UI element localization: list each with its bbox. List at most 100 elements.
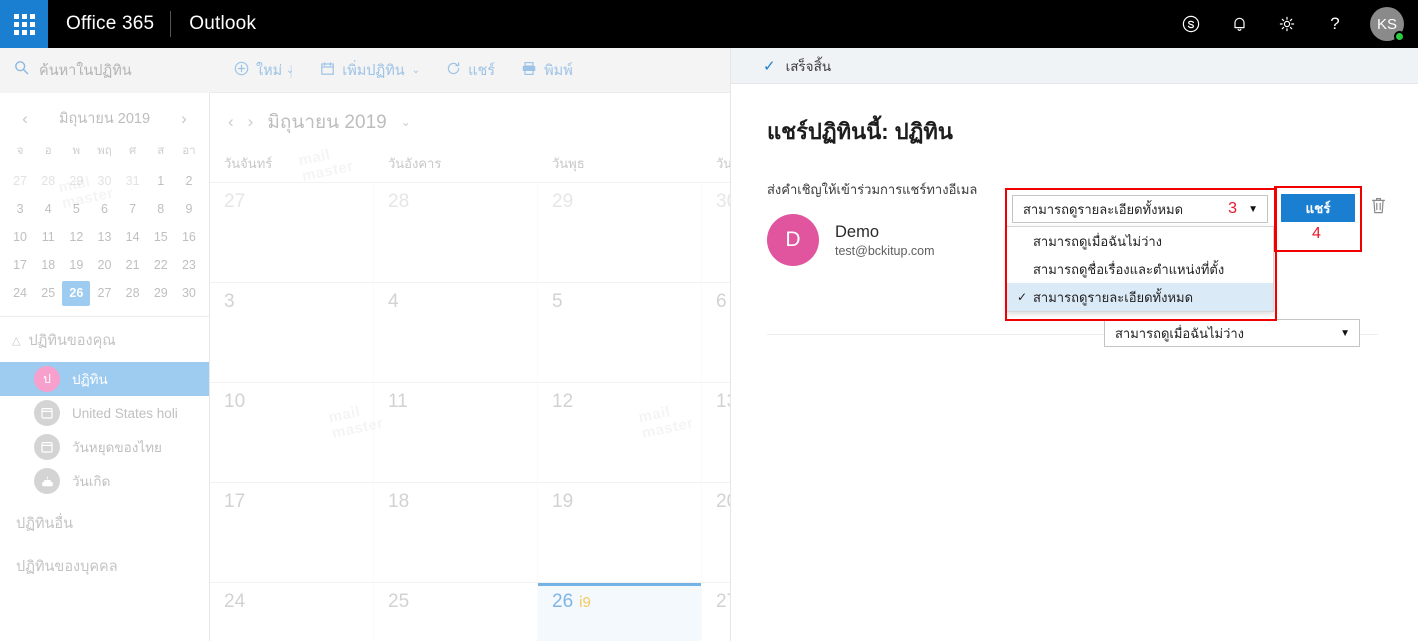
suite-header: Office 365 Outlook ? KS — [0, 0, 1418, 48]
mini-calendar-day[interactable]: 29 — [147, 281, 175, 306]
mini-calendar-day[interactable]: 12 — [62, 225, 90, 250]
mini-calendar-dow: อา — [182, 145, 196, 157]
mini-calendar-day[interactable]: 6 — [90, 197, 118, 222]
share-submit-button[interactable]: แชร์ — [1281, 194, 1355, 222]
mini-calendar-title[interactable]: มิถุนายน 2019 — [59, 107, 150, 130]
calendar-day-cell[interactable]: 28 — [374, 183, 538, 282]
trash-icon[interactable] — [1370, 196, 1387, 220]
mini-calendar-day[interactable]: 10 — [6, 225, 34, 250]
mini-calendar-day[interactable]: 16 — [175, 225, 203, 250]
chevron-down-icon[interactable]: ⌄ — [286, 65, 294, 76]
mini-calendar-day[interactable]: 8 — [147, 197, 175, 222]
bell-icon[interactable] — [1226, 11, 1252, 37]
app-launcher-icon[interactable] — [0, 0, 48, 48]
mini-calendar-day[interactable]: 30 — [90, 169, 118, 194]
mini-calendar-day[interactable]: 23 — [175, 253, 203, 278]
mini-calendar-day[interactable]: 20 — [90, 253, 118, 278]
mini-calendar-day[interactable]: 3 — [6, 197, 34, 222]
calendar-day-cell[interactable]: 10 — [210, 383, 374, 482]
chevron-down-icon[interactable]: ⌄ — [401, 115, 411, 129]
calendar-day-cell[interactable]: 5 — [538, 283, 702, 382]
sidebar-item-calendar-3[interactable]: วันเกิด — [0, 464, 209, 498]
mini-calendar-day[interactable]: 13 — [90, 225, 118, 250]
sidebar-item-calendar-0[interactable]: ป ปฏิทิน — [0, 362, 209, 396]
skype-icon[interactable] — [1178, 11, 1204, 37]
permission-option-0[interactable]: สามารถดูเมื่อฉันไม่ว่าง — [1007, 227, 1273, 255]
mini-calendar-day[interactable]: 28 — [119, 281, 147, 306]
sidebar-item-other-calendars[interactable]: ปฏิทินอื่น — [0, 498, 209, 541]
calendar-day-cell[interactable]: 19 — [538, 483, 702, 582]
calendar-day-cell[interactable]: 27 — [702, 583, 730, 641]
mini-calendar-day[interactable]: 11 — [34, 225, 62, 250]
org-permission-select[interactable]: สามารถดูเมื่อฉันไม่ว่าง ▼ — [1104, 319, 1360, 347]
mini-calendar-dow: จ — [16, 145, 24, 157]
mini-calendar-day[interactable]: 21 — [119, 253, 147, 278]
new-event-button[interactable]: ใหม่ | ⌄ — [234, 59, 294, 82]
mini-prev-month-icon[interactable]: ‹ — [16, 109, 34, 129]
add-calendar-button[interactable]: เพิ่มปฏิทิน ⌄ — [320, 59, 420, 82]
calendar-day-cell[interactable]: 18 — [374, 483, 538, 582]
app-name[interactable]: Outlook — [171, 13, 256, 35]
mini-calendar-day[interactable]: 15 — [147, 225, 175, 250]
chevron-up-icon[interactable]: △ — [12, 334, 20, 347]
mini-calendar-day[interactable]: 4 — [34, 197, 62, 222]
sidebar-item-calendar-2[interactable]: วันหยุดของไทย — [0, 430, 209, 464]
mini-calendar-day[interactable]: 18 — [34, 253, 62, 278]
calendar-day-cell[interactable]: 26 ἱ9 — [538, 583, 702, 641]
sidebar-item-calendar-1[interactable]: United States holi — [0, 396, 209, 430]
calendar-day-cell[interactable]: 11 — [374, 383, 538, 482]
mini-calendar-day[interactable]: 2 — [175, 169, 203, 194]
search-input[interactable]: ค้นหาในปฏิทิน — [0, 47, 210, 93]
mini-calendar-day[interactable]: 14 — [119, 225, 147, 250]
mini-next-month-icon[interactable]: › — [175, 109, 193, 129]
calendar-day-cell[interactable]: 20 — [702, 483, 730, 582]
gear-icon[interactable] — [1274, 11, 1300, 37]
help-icon[interactable]: ? — [1322, 11, 1348, 37]
calendar-day-cell[interactable]: 13 — [702, 383, 730, 482]
calendar-day-cell[interactable]: 27 — [210, 183, 374, 282]
calendar-month-label[interactable]: มิถุนายน 2019 — [267, 107, 386, 137]
calendar-next-icon[interactable]: › — [248, 112, 254, 132]
calendar-day-cell[interactable]: 17 — [210, 483, 374, 582]
calendar-day-cell[interactable]: 29 — [538, 183, 702, 282]
calendar-week-row: 27 28 29 30 — [210, 183, 730, 283]
avatar-initials: KS — [1376, 15, 1397, 33]
calendar-day-cell[interactable]: 12 — [538, 383, 702, 482]
mini-calendar-day[interactable]: 5 — [62, 197, 90, 222]
chevron-down-icon[interactable]: ⌄ — [412, 65, 420, 76]
mini-calendar-day[interactable]: 1 — [147, 169, 175, 194]
calendar-day-cell[interactable]: 25 — [374, 583, 538, 641]
permission-option-1[interactable]: สามารถดูชื่อเรื่องและตำแหน่งที่ตั้ง — [1007, 255, 1273, 283]
calendar-prev-icon[interactable]: ‹ — [228, 112, 234, 132]
mini-calendar-day[interactable]: 7 — [119, 197, 147, 222]
mini-calendar-day[interactable]: 17 — [6, 253, 34, 278]
mini-calendar-day[interactable]: 26 — [62, 281, 91, 306]
mini-calendar-day[interactable]: 24 — [6, 281, 34, 306]
permission-option-2[interactable]: ✓ สามารถดูรายละเอียดทั้งหมด — [1007, 283, 1273, 311]
calendar-day-cell[interactable]: 30 — [702, 183, 730, 282]
print-button[interactable]: พิมพ์ — [521, 59, 573, 82]
mini-calendar-day[interactable]: 31 — [119, 169, 147, 194]
mini-calendar-day[interactable]: 22 — [147, 253, 175, 278]
sidebar-group-your-calendars[interactable]: △ ปฏิทินของคุณ — [0, 317, 209, 362]
mini-calendar-day[interactable]: 30 — [175, 281, 203, 306]
mini-calendar-day[interactable]: 25 — [34, 281, 62, 306]
calendar-day-cell[interactable]: 3 — [210, 283, 374, 382]
suite-name[interactable]: Office 365 — [48, 13, 170, 35]
share-button-toolbar[interactable]: แชร์ — [446, 59, 495, 82]
calendar-day-cell[interactable]: 6 — [702, 283, 730, 382]
done-button[interactable]: เสร็จสิ้น — [786, 55, 831, 77]
calendar-icon — [34, 400, 60, 426]
mini-calendar-day[interactable]: 27 — [6, 169, 34, 194]
mini-calendar-day[interactable]: 27 — [90, 281, 118, 306]
mini-calendar-day[interactable]: 19 — [62, 253, 90, 278]
calendar-day-cell[interactable]: 4 — [374, 283, 538, 382]
mini-calendar-day[interactable]: 29 — [62, 169, 90, 194]
sidebar-item-people-calendars[interactable]: ปฏิทินของบุคคล — [0, 541, 209, 584]
mini-calendar-day[interactable]: 9 — [175, 197, 203, 222]
calendar-day-number: 10 — [224, 391, 246, 412]
avatar[interactable]: KS — [1370, 7, 1405, 42]
permission-select[interactable]: สามารถดูรายละเอียดทั้งหมด 3 ▼ — [1012, 195, 1268, 223]
calendar-day-cell[interactable]: 24 — [210, 583, 374, 641]
mini-calendar-day[interactable]: 28 — [34, 169, 62, 194]
